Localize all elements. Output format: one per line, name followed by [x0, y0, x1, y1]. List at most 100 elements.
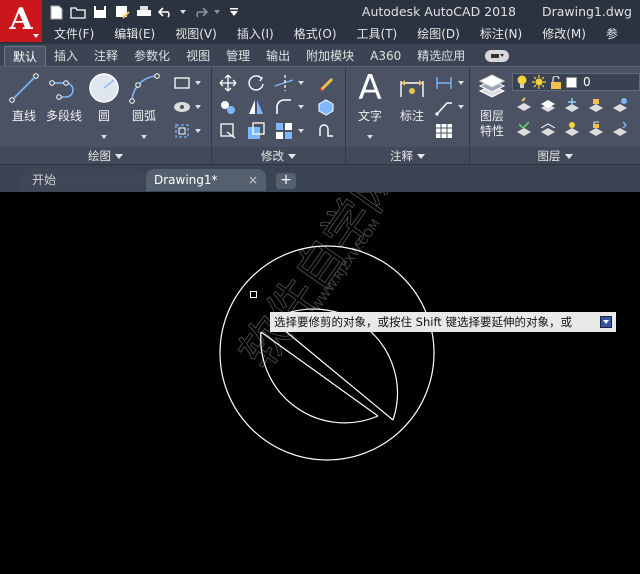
- draw-panel-footer[interactable]: 绘图: [0, 147, 211, 165]
- annotation-panel-footer[interactable]: 注释: [346, 147, 469, 165]
- array-icon[interactable]: [274, 121, 294, 141]
- dimension-button[interactable]: 标注: [390, 71, 434, 124]
- tab-addins[interactable]: 附加模块: [298, 46, 362, 66]
- undo-icon[interactable]: [158, 4, 174, 20]
- hatch-dropdown-icon[interactable]: [195, 105, 201, 109]
- menu-tools[interactable]: 工具(T): [347, 24, 408, 44]
- drawing-canvas[interactable]: 软件自学网 WWW.RJZXW.COM 选择要修剪的对象，或按住 Shift 键…: [0, 192, 640, 574]
- text-dropdown-icon[interactable]: [367, 135, 373, 139]
- layer-properties-label: 图层 特性: [479, 109, 504, 138]
- menu-modify[interactable]: 修改(M): [532, 24, 596, 44]
- draw-panel: 直线 多段线 圆 圆弧 绘图: [0, 67, 212, 165]
- arc-dropdown-icon[interactable]: [141, 135, 147, 139]
- app-title: Autodesk AutoCAD 2018: [361, 4, 516, 19]
- erase-icon[interactable]: [316, 73, 336, 93]
- close-icon[interactable]: ×: [248, 169, 258, 191]
- tab-drawing1[interactable]: Drawing1* ×: [146, 169, 266, 191]
- save-icon[interactable]: [92, 4, 108, 20]
- hatch-icon[interactable]: [172, 97, 192, 117]
- modify-panel-footer[interactable]: 修改: [212, 147, 345, 165]
- layer-walk-icon[interactable]: [610, 119, 630, 139]
- customize-dropdown-icon[interactable]: [226, 4, 242, 20]
- layer-unlock-icon[interactable]: [586, 119, 606, 139]
- chevron-down-icon: [417, 154, 425, 159]
- ribbon-minimize-toggle[interactable]: [485, 50, 510, 62]
- copy-icon[interactable]: [218, 97, 238, 117]
- redo-dropdown-icon[interactable]: [214, 10, 220, 14]
- layer-off-icon[interactable]: [514, 95, 534, 115]
- tab-annotate[interactable]: 注释: [86, 46, 126, 66]
- tab-default[interactable]: 默认: [4, 46, 47, 66]
- menu-view[interactable]: 视图(V): [165, 24, 227, 44]
- linear-dimension-icon[interactable]: [434, 73, 454, 93]
- tab-insert[interactable]: 插入: [46, 46, 86, 66]
- menu-format[interactable]: 格式(O): [284, 24, 347, 44]
- undo-dropdown-icon[interactable]: [180, 10, 186, 14]
- tab-output[interactable]: 输出: [258, 46, 298, 66]
- fillet-dropdown-icon[interactable]: [298, 105, 304, 109]
- tab-a360[interactable]: A360: [362, 46, 409, 66]
- stretch-icon[interactable]: [218, 121, 238, 141]
- boundary-dropdown-icon[interactable]: [195, 129, 201, 133]
- tab-start[interactable]: 开始: [22, 169, 144, 191]
- menu-draw[interactable]: 绘图(D): [407, 24, 470, 44]
- rectangle-dropdown-icon[interactable]: [195, 81, 201, 85]
- new-file-icon[interactable]: [48, 4, 64, 20]
- watermark-text: 软件自学网: [229, 192, 413, 379]
- layers-panel-footer[interactable]: 图层: [470, 147, 640, 165]
- layer-current-icon[interactable]: [514, 119, 534, 139]
- circle-dropdown-icon[interactable]: [101, 135, 107, 139]
- layer-lock-icon[interactable]: [586, 95, 606, 115]
- offset-icon[interactable]: [316, 121, 336, 141]
- chevron-down-icon: [288, 154, 296, 159]
- new-tab-button[interactable]: +: [276, 173, 296, 189]
- drawing-geometry: 软件自学网 WWW.RJZXW.COM: [219, 192, 435, 461]
- explode-icon[interactable]: [316, 97, 336, 117]
- layer-isolate-icon[interactable]: [538, 95, 558, 115]
- circle-button[interactable]: 圆: [82, 71, 126, 139]
- layer-dropdown[interactable]: 0: [512, 73, 640, 91]
- save-as-icon[interactable]: [114, 4, 130, 20]
- tab-featured-apps[interactable]: 精选应用: [409, 46, 473, 66]
- application-menu-button[interactable]: A: [0, 0, 42, 42]
- leader-icon[interactable]: [434, 97, 454, 117]
- polyline-button[interactable]: 多段线: [42, 71, 86, 124]
- rotate-icon[interactable]: [246, 73, 266, 93]
- boundary-icon[interactable]: [172, 121, 192, 141]
- arc-button[interactable]: 圆弧: [122, 71, 166, 139]
- layer-unisolate-icon[interactable]: [538, 119, 558, 139]
- layer-thaw-icon[interactable]: [562, 119, 582, 139]
- layer-freeze-icon[interactable]: [562, 95, 582, 115]
- array-dropdown-icon[interactable]: [298, 129, 304, 133]
- tab-view[interactable]: 视图: [178, 46, 218, 66]
- menu-dimension[interactable]: 标注(N): [470, 24, 532, 44]
- print-icon[interactable]: [136, 4, 152, 20]
- linear-dimension-dropdown-icon[interactable]: [458, 81, 464, 85]
- layer-properties-button[interactable]: 图层 特性: [472, 71, 512, 139]
- lightbulb-icon: [517, 75, 527, 88]
- trim-icon[interactable]: [274, 73, 294, 93]
- move-icon[interactable]: [218, 73, 238, 93]
- menu-parametric[interactable]: 参: [596, 24, 628, 44]
- line-button[interactable]: 直线: [2, 71, 46, 124]
- tab-parametric[interactable]: 参数化: [126, 46, 178, 66]
- scale-icon[interactable]: [246, 121, 266, 141]
- tab-manage[interactable]: 管理: [218, 46, 258, 66]
- mirror-icon[interactable]: [246, 97, 266, 117]
- trim-dropdown-icon[interactable]: [298, 81, 304, 85]
- table-icon[interactable]: [434, 121, 454, 141]
- leader-dropdown-icon[interactable]: [458, 105, 464, 109]
- fillet-icon[interactable]: [274, 97, 294, 117]
- dimension-icon: [395, 71, 429, 105]
- redo-icon[interactable]: [192, 4, 208, 20]
- rectangle-icon[interactable]: [172, 73, 192, 93]
- text-button[interactable]: A 文字: [348, 68, 392, 139]
- menu-file[interactable]: 文件(F): [44, 24, 104, 44]
- layer-match-icon[interactable]: [610, 95, 630, 115]
- open-folder-icon[interactable]: [70, 4, 86, 20]
- menu-insert[interactable]: 插入(I): [227, 24, 284, 44]
- menu-edit[interactable]: 编辑(E): [104, 24, 165, 44]
- text-icon: A: [358, 68, 382, 108]
- dropdown-arrow-icon[interactable]: [600, 316, 612, 328]
- autocad-logo: A: [9, 2, 33, 37]
